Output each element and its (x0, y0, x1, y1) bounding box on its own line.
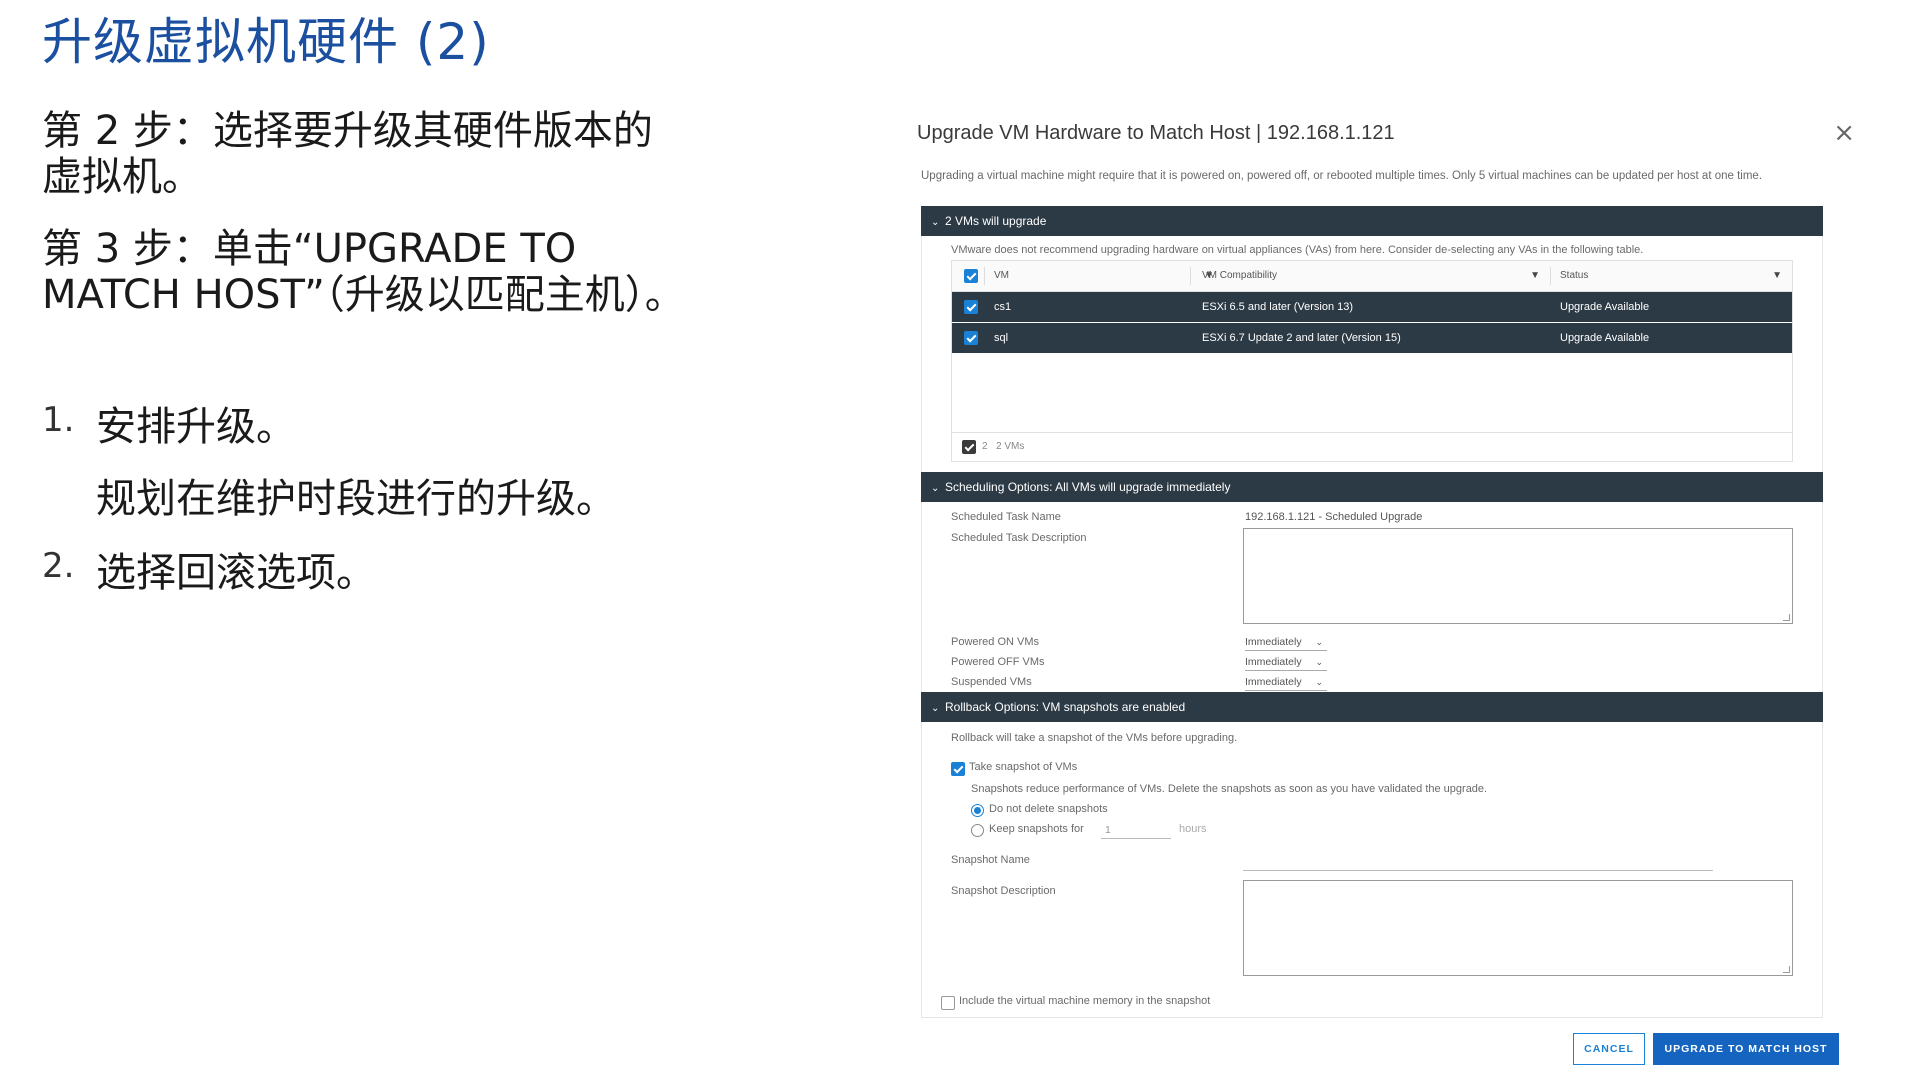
powered-off-label: Powered OFF VMs (951, 656, 1045, 668)
include-memory-label: Include the virtual machine memory in th… (959, 995, 1211, 1007)
total-count: 2 VMs (996, 441, 1025, 452)
section-vms-title: 2 VMs will upgrade (945, 214, 1047, 228)
list-number: 1. (42, 400, 75, 440)
select-value: Immediately (1245, 656, 1302, 668)
row-checkbox[interactable] (964, 300, 978, 314)
slide-title: 升级虚拟机硬件 (2) (42, 13, 490, 71)
column-status[interactable]: Status ▼ (1560, 261, 1792, 291)
snapshot-note: Snapshots reduce performance of VMs. Del… (971, 783, 1488, 795)
powered-off-select[interactable]: Immediately ⌄ (1245, 654, 1327, 671)
do-not-delete-radio[interactable] (971, 804, 984, 817)
chevron-down-icon: ⌄ (931, 703, 940, 714)
rollback-note: Rollback will take a snapshot of the VMs… (951, 732, 1238, 744)
section-vms-header[interactable]: ⌄ 2 VMs will upgrade (921, 206, 1823, 236)
task-name-label: Scheduled Task Name (951, 511, 1061, 523)
snapshot-name-label: Snapshot Name (951, 854, 1030, 866)
close-icon[interactable]: × (1833, 118, 1855, 148)
table-footer: 2 2 VMs (952, 432, 1792, 461)
list-subtext: 规划在维护时段进行的升级。 (96, 476, 616, 522)
table-row[interactable]: cs1 ESXi 6.5 and later (Version 13) Upgr… (952, 292, 1792, 322)
footer-checkbox[interactable] (962, 440, 976, 454)
vm-name: cs1 (994, 301, 1012, 313)
do-not-delete-label: Do not delete snapshots (989, 803, 1108, 815)
task-description-label: Scheduled Task Description (951, 532, 1087, 544)
vm-table: VM ▼ VM Compatibility ▼ Status ▼ cs1 ESX… (951, 260, 1793, 462)
select-value: Immediately (1245, 636, 1302, 648)
chevron-down-icon: ⌄ (1315, 657, 1323, 667)
vm-status: Upgrade Available (1560, 301, 1650, 313)
section-rollback-header[interactable]: ⌄ Rollback Options: VM snapshots are enab… (921, 692, 1823, 722)
filter-icon[interactable]: ▼ (1530, 261, 1540, 291)
step-2-text: 第 2 步：选择要升级其硬件版本的虚拟机。 (42, 108, 653, 200)
cancel-button[interactable]: CANCEL (1573, 1033, 1645, 1065)
column-label: VM Compatibility (1202, 270, 1278, 281)
select-all-checkbox[interactable] (964, 269, 978, 283)
vm-compatibility: ESXi 6.7 Update 2 and later (Version 15) (1202, 332, 1401, 344)
hours-unit: hours (1179, 823, 1207, 835)
step-3-text: 第 3 步：单击“UPGRADE TO MATCH HOST”（升级以匹配主机）… (42, 226, 685, 318)
vm-compatibility: ESXi 6.5 and later (Version 13) (1202, 301, 1354, 313)
upgrade-vm-hardware-dialog: Upgrade VM Hardware to Match Host | 192.… (905, 108, 1905, 1073)
list-text: 选择回滚选项。 (96, 550, 376, 596)
list-number: 2. (42, 546, 75, 586)
row-checkbox[interactable] (964, 331, 978, 345)
take-snapshot-checkbox[interactable] (951, 762, 965, 776)
chevron-down-icon: ⌄ (931, 217, 940, 228)
vms-note: VMware does not recommend upgrading hard… (951, 244, 1644, 256)
chevron-down-icon: ⌄ (931, 483, 940, 494)
task-description-textarea[interactable] (1243, 528, 1793, 624)
task-name-value[interactable]: 192.168.1.121 - Scheduled Upgrade (1245, 511, 1422, 523)
section-scheduling-title: Scheduling Options: All VMs will upgrade… (945, 480, 1231, 494)
vm-name: sql (994, 332, 1009, 344)
take-snapshot-label: Take snapshot of VMs (969, 761, 1078, 773)
select-value: Immediately (1245, 676, 1302, 688)
snapshot-description-label: Snapshot Description (951, 885, 1056, 897)
keep-hours-input[interactable]: 1 (1101, 822, 1171, 839)
powered-on-select[interactable]: Immediately ⌄ (1245, 634, 1327, 651)
snapshot-description-textarea[interactable] (1243, 880, 1793, 976)
section-scheduling-header[interactable]: ⌄ Scheduling Options: All VMs will upgrad… (921, 472, 1823, 502)
snapshot-name-input[interactable] (1243, 854, 1713, 871)
column-label: Status (1560, 270, 1589, 281)
suspended-select[interactable]: Immediately ⌄ (1245, 674, 1327, 691)
powered-on-label: Powered ON VMs (951, 636, 1040, 648)
list-text: 安排升级。 (96, 404, 296, 450)
selected-count: 2 (982, 441, 988, 452)
upgrade-to-match-host-button[interactable]: UPGRADE TO MATCH HOST (1653, 1033, 1839, 1065)
column-vm-compatibility[interactable]: VM Compatibility ▼ (1202, 261, 1550, 291)
section-rollback-title: Rollback Options: VM snapshots are enabl… (945, 700, 1186, 714)
chevron-down-icon: ⌄ (1315, 637, 1323, 647)
dialog-intro: Upgrading a virtual machine might requir… (921, 170, 1763, 182)
table-header: VM ▼ VM Compatibility ▼ Status ▼ (952, 261, 1792, 292)
suspended-label: Suspended VMs (951, 676, 1032, 688)
vm-status: Upgrade Available (1560, 332, 1650, 344)
chevron-down-icon: ⌄ (1315, 677, 1323, 687)
keep-snapshots-label: Keep snapshots for (989, 823, 1084, 835)
dialog-title: Upgrade VM Hardware to Match Host | 192.… (917, 122, 1395, 144)
table-row[interactable]: sql ESXi 6.7 Update 2 and later (Version… (952, 323, 1792, 353)
include-memory-checkbox[interactable] (941, 996, 955, 1010)
keep-snapshots-radio[interactable] (971, 824, 984, 837)
filter-icon[interactable]: ▼ (1772, 261, 1782, 291)
column-label: VM (994, 270, 1009, 281)
